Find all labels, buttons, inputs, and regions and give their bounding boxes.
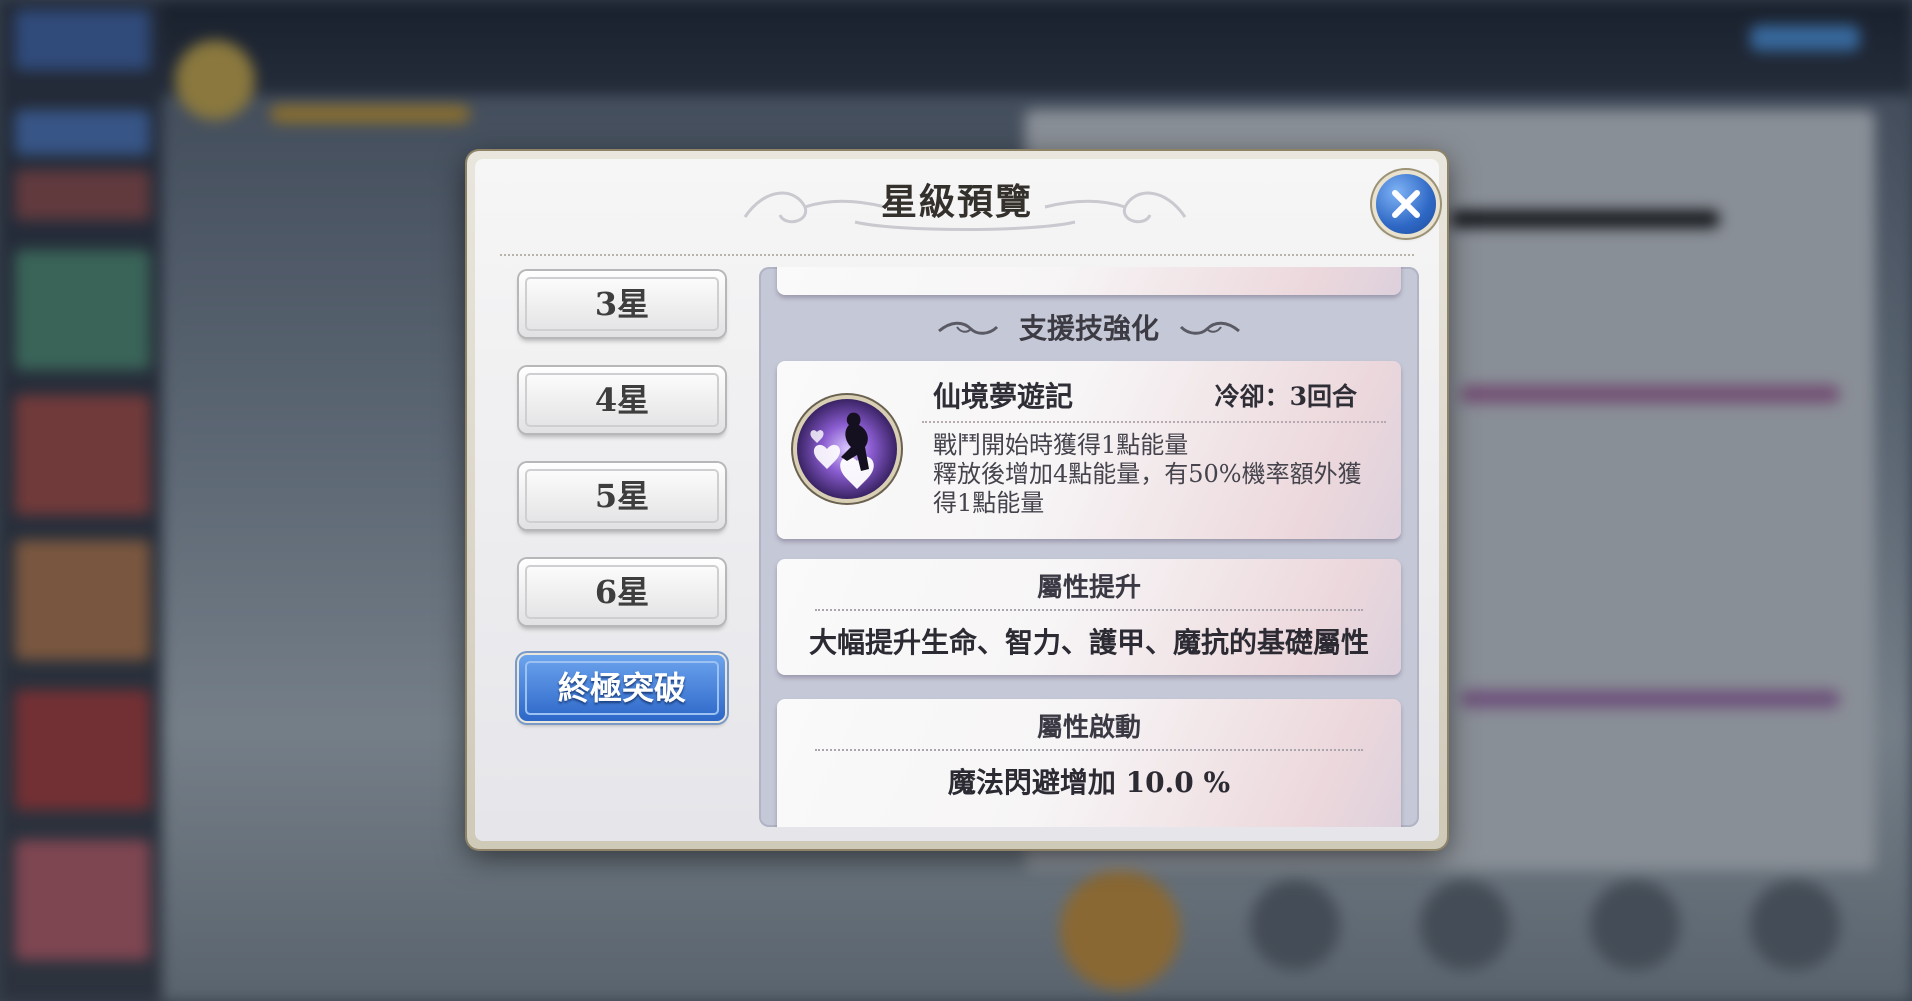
star-preview-dialog: 星級預覽 3星 4星 5星 6星 終極突破 支援技強化 仙境夢遊記 冷卻：3回合… [467, 151, 1447, 849]
silhouette-hearts-icon [797, 399, 897, 499]
tab-label: 6星 [594, 573, 650, 611]
skill-cooldown: 冷卻：3回合 [1214, 382, 1357, 411]
tab-3-star[interactable]: 3星 [519, 271, 725, 337]
attribute-boost-card: 屬性提升 大幅提升生命、智力、護甲、魔抗的基礎屬性 [777, 559, 1401, 675]
skill-desc-line: 釋放後增加4點能量，有50%機率額外獲 [933, 460, 1362, 488]
tab-ultimate-breakthrough[interactable]: 終極突破 [519, 655, 725, 721]
close-button[interactable] [1376, 174, 1436, 234]
skill-description: 戰鬥開始時獲得1點能量 釋放後增加4點能量，有50%機率額外獲 得1點能量 [933, 431, 1362, 518]
attr-divider [815, 609, 1363, 611]
tab-label: 終極突破 [557, 669, 686, 707]
tab-label: 5星 [594, 477, 650, 515]
skill-desc-line: 戰鬥開始時獲得1點能量 [933, 431, 1189, 459]
attribute-activate-title: 屬性啟動 [1036, 713, 1141, 743]
skill-desc-line: 得1點能量 [933, 489, 1045, 517]
right-flourish-icon [1179, 321, 1240, 335]
dialog-header: 星級預覽 [475, 177, 1439, 231]
dialog-body: 星級預覽 3星 4星 5星 6星 終極突破 支援技強化 仙境夢遊記 冷卻：3回合… [475, 159, 1439, 841]
attribute-activate-card: 屬性啟動 魔法閃避增加 10.0 % [777, 699, 1401, 827]
attribute-boost-text: 大幅提升生命、智力、護甲、魔抗的基礎屬性 [808, 626, 1369, 659]
tab-5-star[interactable]: 5星 [519, 463, 725, 529]
attribute-activate-text: 魔法閃避增加 10.0 % [947, 766, 1231, 799]
dialog-title: 星級預覽 [880, 181, 1033, 223]
tab-6-star[interactable]: 6星 [519, 559, 725, 625]
skill-name: 仙境夢遊記 [933, 380, 1074, 413]
preview-content-panel[interactable]: 支援技強化 仙境夢遊記 冷卻：3回合 戰鬥開始時獲得1點能量 釋放後增加4點能量… [759, 267, 1419, 827]
previous-card-edge [777, 267, 1401, 295]
tab-label: 3星 [594, 285, 650, 323]
support-section-header: 支援技強化 [759, 309, 1419, 349]
close-icon [1392, 190, 1420, 218]
tab-label: 4星 [594, 381, 650, 419]
support-section-title: 支援技強化 [1018, 312, 1159, 345]
left-flourish-icon [938, 321, 999, 335]
attr-divider [815, 749, 1363, 751]
tab-4-star[interactable]: 4星 [519, 367, 725, 433]
header-divider [500, 254, 1414, 256]
support-skill-card: 仙境夢遊記 冷卻：3回合 戰鬥開始時獲得1點能量 釋放後增加4點能量，有50%機… [777, 361, 1401, 539]
skill-divider [922, 421, 1386, 423]
attribute-boost-title: 屬性提升 [1036, 573, 1141, 603]
